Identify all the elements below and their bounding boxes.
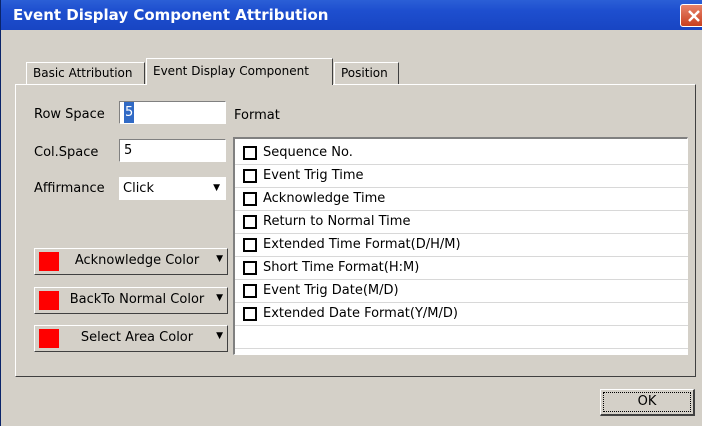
color-button-label: Select Area Color	[80, 330, 194, 345]
checkbox-label: Extended Date Format(Y/M/D)	[263, 306, 458, 321]
acknowledge-color-button[interactable]: Acknowledge Color ▼	[34, 248, 228, 275]
close-button[interactable]	[680, 4, 702, 27]
window-title: Event Display Component Attribution	[13, 6, 329, 24]
checkbox-label: Return to Normal Time	[263, 214, 411, 229]
checkbox[interactable]	[243, 307, 257, 321]
format-empty-row	[235, 325, 688, 349]
col-space-label: Col.Space	[34, 145, 99, 160]
checkbox[interactable]	[243, 169, 257, 183]
close-icon	[688, 10, 700, 22]
format-item-extended-time-format[interactable]: Extended Time Format(D/H/M)	[235, 233, 688, 257]
ok-button[interactable]: OK	[600, 389, 695, 416]
format-item-return-to-normal-time[interactable]: Return to Normal Time	[235, 210, 688, 234]
color-button-label: Acknowledge Color	[74, 253, 200, 268]
checkbox[interactable]	[243, 261, 257, 275]
chevron-down-icon: ▼	[216, 331, 223, 341]
format-item-extended-date-format[interactable]: Extended Date Format(Y/M/D)	[235, 302, 688, 326]
format-label: Format	[234, 108, 280, 123]
format-list: Sequence No. Event Trig Time Acknowledge…	[233, 137, 688, 355]
title-bar: Event Display Component Attribution	[1, 0, 702, 30]
format-item-sequence-no[interactable]: Sequence No.	[235, 141, 688, 165]
color-swatch	[39, 291, 59, 310]
back-to-normal-color-button[interactable]: BackTo Normal Color ▼	[34, 287, 228, 314]
checkbox-label: Acknowledge Time	[263, 191, 386, 206]
checkbox[interactable]	[243, 192, 257, 206]
col-space-value: 5	[124, 143, 133, 158]
focus-rect	[603, 392, 691, 412]
chevron-down-icon: ▼	[216, 293, 223, 303]
checkbox-label: Sequence No.	[263, 145, 353, 160]
checkbox[interactable]	[243, 238, 257, 252]
checkbox-label: Short Time Format(H:M)	[263, 260, 420, 275]
chevron-down-icon: ▼	[216, 254, 223, 264]
affirmance-select[interactable]: Click ▼	[119, 177, 226, 200]
tab-label: Position	[341, 66, 388, 80]
format-item-acknowledge-time[interactable]: Acknowledge Time	[235, 187, 688, 211]
affirmance-label: Affirmance	[34, 181, 105, 196]
tab-label: Event Display Component	[153, 64, 309, 78]
row-space-input[interactable]: 5	[119, 101, 226, 124]
checkbox[interactable]	[243, 284, 257, 298]
checkbox-label: Event Trig Time	[263, 168, 364, 183]
color-swatch	[39, 252, 59, 271]
checkbox[interactable]	[243, 146, 257, 160]
color-button-label: BackTo Normal Color	[69, 292, 205, 307]
color-swatch	[39, 329, 59, 348]
format-item-event-trig-time[interactable]: Event Trig Time	[235, 164, 688, 188]
row-space-value: 5	[124, 102, 135, 123]
select-area-color-button[interactable]: Select Area Color ▼	[34, 325, 228, 352]
affirmance-value: Click	[123, 181, 154, 196]
format-item-short-time-format[interactable]: Short Time Format(H:M)	[235, 256, 688, 280]
tab-event-display-component[interactable]: Event Display Component	[146, 58, 333, 85]
tab-position[interactable]: Position	[334, 62, 399, 84]
row-space-label: Row Space	[34, 107, 105, 122]
checkbox-label: Event Trig Date(M/D)	[263, 283, 399, 298]
tab-label: Basic Attribution	[33, 66, 133, 80]
format-item-event-trig-date[interactable]: Event Trig Date(M/D)	[235, 279, 688, 303]
checkbox[interactable]	[243, 215, 257, 229]
chevron-down-icon: ▼	[213, 183, 220, 193]
checkbox-label: Extended Time Format(D/H/M)	[263, 237, 461, 252]
dialog-window: Event Display Component Attribution Basi…	[0, 0, 702, 426]
col-space-input[interactable]: 5	[119, 139, 226, 162]
tab-basic-attribution[interactable]: Basic Attribution	[26, 62, 145, 84]
